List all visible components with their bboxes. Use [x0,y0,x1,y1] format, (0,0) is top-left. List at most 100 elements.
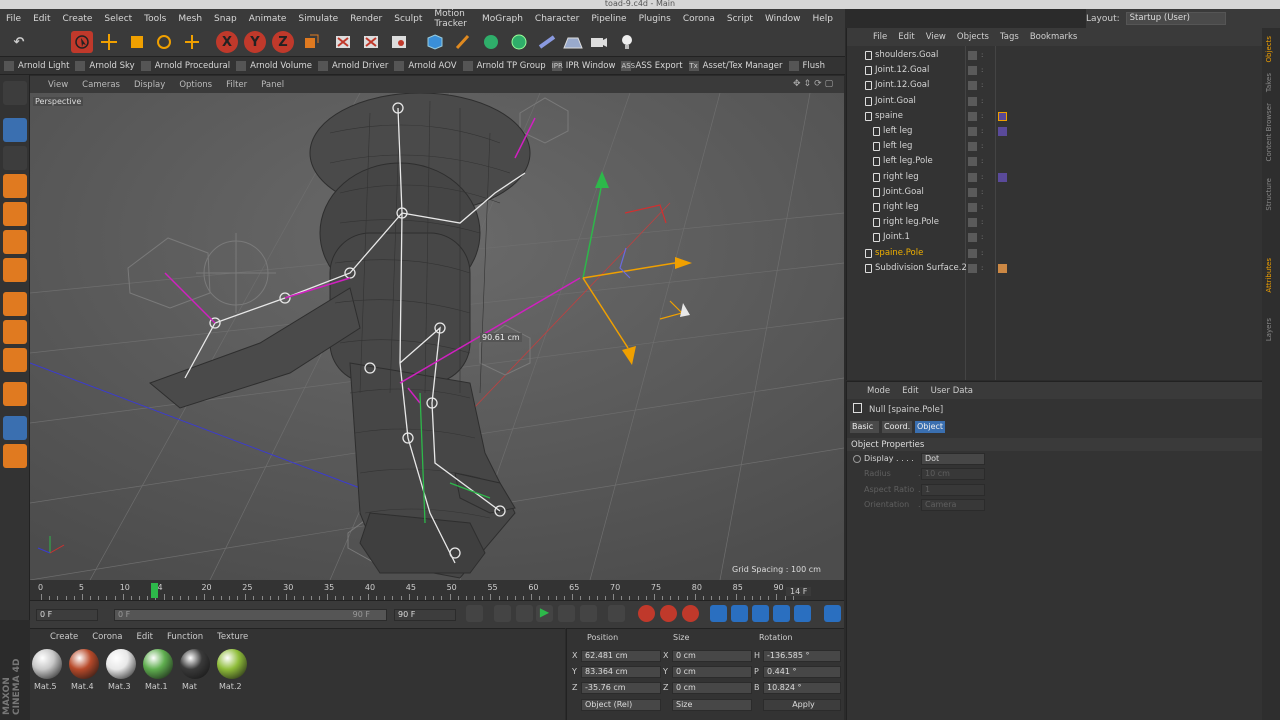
model-mode-icon[interactable] [3,118,27,142]
object-row[interactable]: right leg.Pole: [847,215,1263,230]
viewport-menu-item[interactable]: View [48,80,68,90]
menu-item[interactable]: Render [350,14,382,24]
side-tab[interactable]: Layers [1265,318,1273,341]
visibility-dots-icon[interactable]: : [981,157,985,166]
workplane-icon[interactable] [3,174,27,198]
object-row[interactable]: shoulders.Goal: [847,48,1263,63]
material-swatch[interactable] [143,649,173,679]
side-tab[interactable]: Structure [1265,178,1273,211]
layer-icon[interactable] [968,51,977,60]
layer-icon[interactable] [968,66,977,76]
deformer-icon[interactable] [508,31,530,53]
go-to-start-icon[interactable] [466,605,483,622]
key-pla-icon[interactable] [794,605,811,622]
arnold-button[interactable]: Arnold Light [4,60,69,71]
camera-icon[interactable] [588,31,610,53]
material-menu-item[interactable]: Function [167,632,203,642]
menu-item[interactable]: Pipeline [591,14,626,24]
layer-icon[interactable] [968,263,977,273]
menu-item[interactable]: Animate [249,14,287,24]
property-value[interactable]: Dot [921,453,985,465]
visibility-dots-icon[interactable]: : [981,218,985,227]
phong-tag-icon[interactable] [998,263,1007,273]
planar-workplane-icon[interactable] [3,444,27,468]
object-row[interactable]: left leg.Pole: [847,154,1263,169]
autokey-icon[interactable] [660,605,677,622]
material-menu-item[interactable]: Create [50,632,78,642]
scale-icon[interactable] [126,31,148,53]
ik-tag-icon[interactable] [998,127,1007,136]
arnold-button[interactable]: Flush [788,60,825,71]
play-icon[interactable]: ▶ [536,605,553,622]
timeline-window-icon[interactable] [824,605,841,622]
prev-key-icon[interactable] [494,605,511,622]
side-tab[interactable]: Takes [1265,73,1273,92]
visibility-dots-icon[interactable]: : [981,51,985,60]
side-tab[interactable]: Attributes [1265,258,1273,293]
undo-icon[interactable]: ↶ [8,31,30,53]
z-axis-lock-icon[interactable]: Z [272,31,294,53]
record-icon[interactable] [638,605,655,622]
object-row[interactable]: Subdivision Surface.2: [847,261,1263,276]
position-field[interactable]: -35.76 cm [581,682,661,694]
layer-icon[interactable] [968,172,977,182]
preview-range-slider[interactable]: 0 F 90 F [114,609,387,621]
start-frame-field[interactable]: 0 F [36,609,98,621]
next-frame-icon[interactable] [558,605,575,622]
layer-icon[interactable] [968,111,977,121]
material-swatch[interactable] [106,649,136,679]
magnet-icon[interactable] [3,382,27,406]
ik-tag-icon[interactable] [998,111,1007,121]
visibility-dots-icon[interactable]: : [981,203,985,212]
object-row[interactable]: Joint.12.Goal: [847,63,1263,78]
snap-icon[interactable] [3,348,27,372]
menu-item[interactable]: Create [63,14,93,24]
viewport-menu-item[interactable]: Display [134,80,165,90]
arnold-button[interactable]: ASS ASS Export [621,60,683,71]
apply-button[interactable]: Apply [763,699,841,711]
material-menu-item[interactable]: Edit [137,632,153,642]
material-swatch[interactable] [69,649,99,679]
visibility-dots-icon[interactable]: : [981,264,985,273]
tweak-mode-icon[interactable] [3,320,27,344]
cube-primitive-icon[interactable] [424,31,446,53]
prev-frame-icon[interactable] [516,605,533,622]
layer-icon[interactable] [968,142,977,152]
next-key-icon[interactable] [580,605,597,622]
visibility-dots-icon[interactable]: : [981,112,985,121]
edges-mode-icon[interactable] [3,230,27,254]
transform-icon[interactable] [181,31,203,53]
menu-item[interactable]: File [6,14,21,24]
viewport-menu-item[interactable]: Filter [226,80,247,90]
menu-item[interactable]: Simulate [298,14,338,24]
object-menu-item[interactable]: File [873,32,887,42]
menu-item[interactable]: Mesh [178,14,202,24]
visibility-dots-icon[interactable]: : [981,188,985,197]
move-icon[interactable] [98,31,120,53]
position-field[interactable]: 62.481 cm [581,650,661,662]
rotation-field[interactable]: 0.441 ° [763,666,841,678]
object-row[interactable]: spaine.Pole: [847,246,1263,261]
texture-mode-icon[interactable] [3,146,27,170]
axis-mode-icon[interactable] [3,292,27,316]
size-field[interactable]: 0 cm [672,666,752,678]
size-field[interactable]: 0 cm [672,682,752,694]
attribute-tab[interactable]: Coord. [882,421,912,433]
material-swatch[interactable] [217,649,247,679]
arnold-button[interactable]: Arnold Driver [317,60,388,71]
attribute-menu-item[interactable]: Edit [902,386,918,396]
object-menu-item[interactable]: Objects [957,32,989,42]
menu-item[interactable]: Window [765,14,801,24]
rotation-field[interactable]: -136.585 ° [763,650,841,662]
visibility-dots-icon[interactable]: : [981,127,985,136]
key-scale-icon[interactable] [731,605,748,622]
arnold-button[interactable]: Arnold Procedural [140,60,230,71]
arnold-button[interactable]: Arnold Volume [236,60,312,71]
object-row[interactable]: Joint.1: [847,230,1263,245]
object-row[interactable]: Joint.Goal: [847,94,1263,109]
render-view-icon[interactable] [332,31,354,53]
menu-item[interactable]: MoGraph [482,14,523,24]
visibility-dots-icon[interactable]: : [981,66,985,75]
visibility-dots-icon[interactable]: : [981,142,985,151]
layer-icon[interactable] [968,127,977,136]
